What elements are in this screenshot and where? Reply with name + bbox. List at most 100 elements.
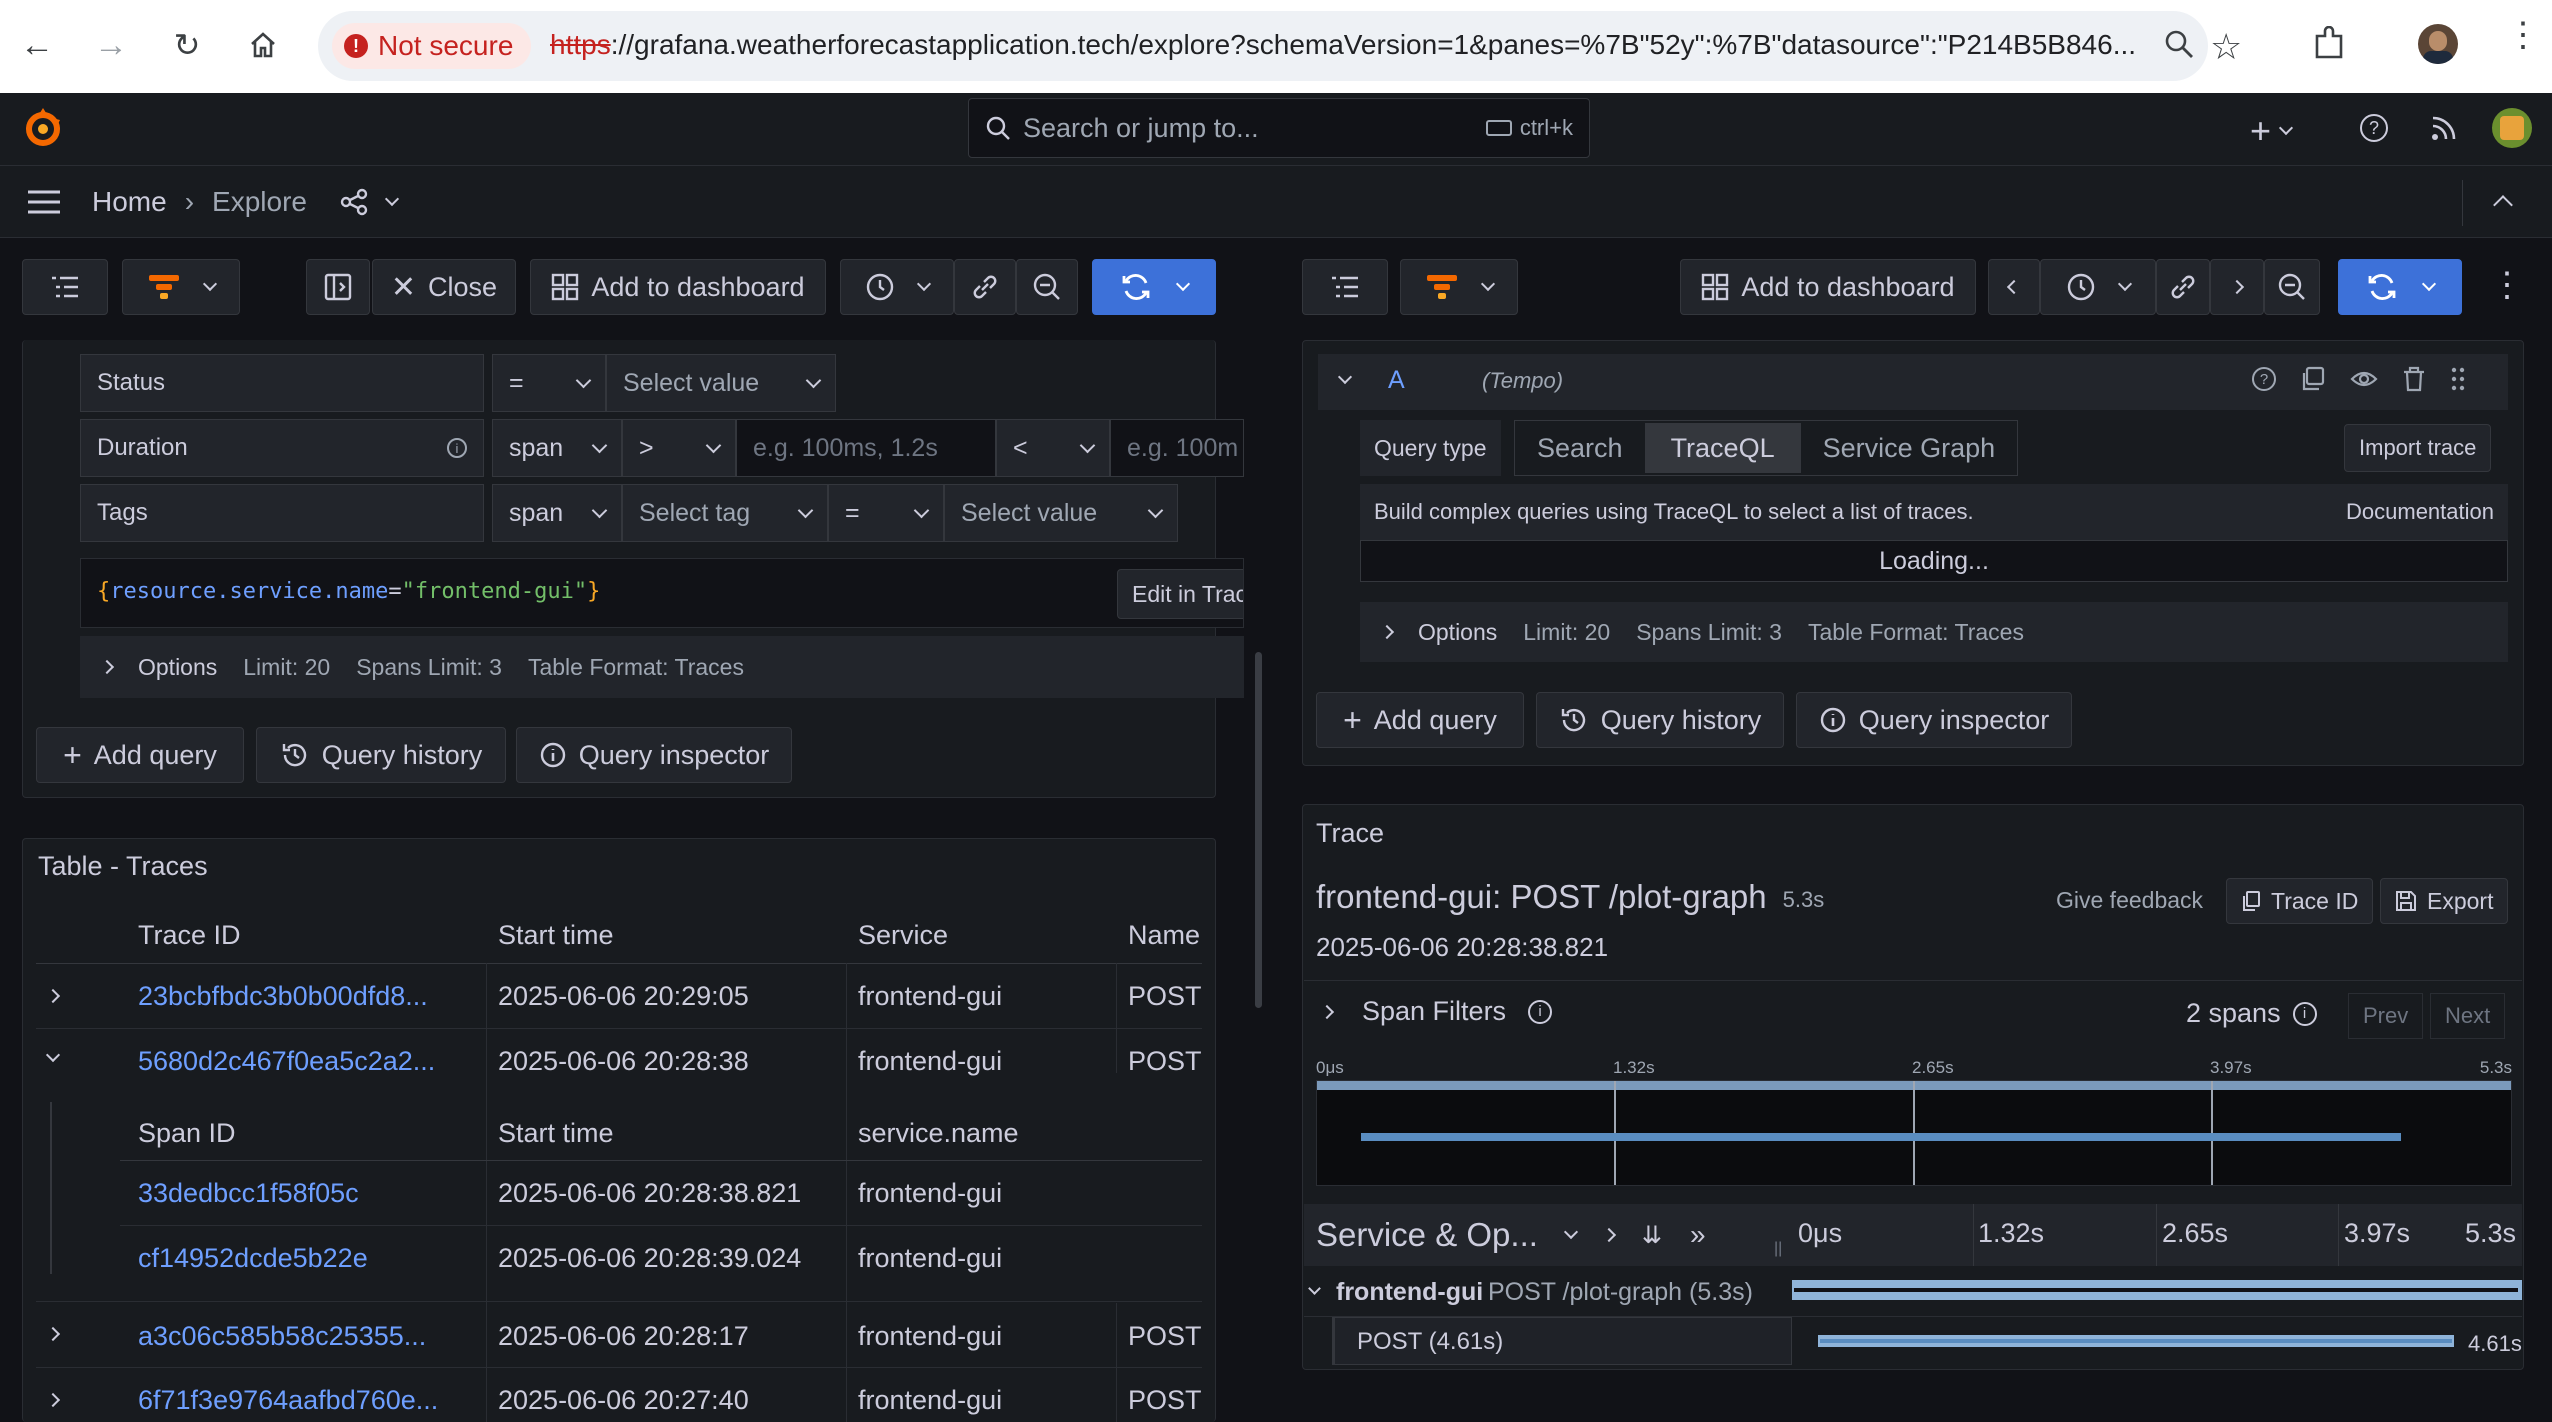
- query-history-button[interactable]: Query history: [256, 727, 506, 783]
- split-pane-button[interactable]: [306, 259, 370, 315]
- give-feedback-link[interactable]: Give feedback: [2056, 887, 2203, 914]
- span-id-link[interactable]: 33dedbcc1f58f05c: [138, 1178, 359, 1209]
- add-to-dashboard-button[interactable]: Add to dashboard: [1680, 259, 1976, 315]
- query-inspector-button[interactable]: Query inspector: [516, 727, 792, 783]
- trace-id-button[interactable]: Trace ID: [2226, 878, 2374, 924]
- address-bar[interactable]: ! Not secure https://grafana.weatherfore…: [318, 11, 2208, 81]
- info-icon[interactable]: i: [1528, 999, 1553, 1024]
- share-dropdown-icon[interactable]: [384, 191, 400, 207]
- span-filters-toggle[interactable]: Span Filters i: [1319, 996, 1553, 1027]
- grafana-logo-icon[interactable]: [20, 106, 66, 152]
- add-query-button[interactable]: + Add query: [36, 727, 244, 783]
- column-header-service-name[interactable]: service.name: [858, 1118, 1019, 1149]
- expand-one-icon[interactable]: [1563, 1224, 1578, 1240]
- import-trace-button[interactable]: Import trace: [2344, 424, 2492, 472]
- status-value-select[interactable]: Select value: [606, 354, 836, 412]
- documentation-link[interactable]: Documentation: [2346, 499, 2494, 525]
- datasource-picker[interactable]: [122, 259, 240, 315]
- datasource-picker[interactable]: [1400, 259, 1518, 315]
- home-icon[interactable]: [240, 22, 286, 68]
- not-secure-badge[interactable]: ! Not secure: [332, 23, 532, 69]
- breadcrumb-home[interactable]: Home: [92, 186, 167, 218]
- copy-link-button[interactable]: [954, 259, 1016, 315]
- time-range-picker[interactable]: [2040, 259, 2156, 315]
- duration-min-input[interactable]: e.g. 100ms, 1.2s: [736, 419, 996, 477]
- column-resizer-icon[interactable]: ||: [1774, 1240, 1782, 1258]
- span-row[interactable]: cf14952dcde5b22e 2025-06-06 20:28:39.024…: [120, 1227, 1202, 1289]
- info-icon[interactable]: i: [447, 438, 467, 458]
- collapse-span-icon[interactable]: [1308, 1282, 1321, 1295]
- tags-operator-select[interactable]: =: [828, 484, 944, 542]
- traceql-editor-loading[interactable]: Loading...: [1360, 540, 2508, 582]
- span-service-name[interactable]: frontend-gui: [1336, 1278, 1483, 1307]
- tab-search[interactable]: Search: [1515, 433, 1645, 464]
- help-icon[interactable]: ?: [2252, 367, 2276, 391]
- export-button[interactable]: Export: [2380, 878, 2509, 924]
- right-options-row[interactable]: Options Limit: 20 Spans Limit: 3 Table F…: [1360, 602, 2508, 662]
- back-icon[interactable]: ←: [14, 22, 60, 68]
- table-row[interactable]: 6f71f3e9764aafbd760e... 2025-06-06 20:27…: [36, 1369, 1202, 1422]
- duration-min-operator[interactable]: >: [622, 419, 736, 477]
- menu-dots-icon[interactable]: ⋮: [2506, 18, 2540, 52]
- query-ref-id[interactable]: A: [1388, 366, 1405, 395]
- next-span-button[interactable]: Next: [2430, 993, 2506, 1039]
- column-header-service[interactable]: Service: [858, 920, 948, 951]
- run-query-button[interactable]: [1092, 259, 1216, 315]
- copy-link-button[interactable]: [2156, 259, 2210, 315]
- collapse-chevron-icon[interactable]: [45, 1047, 61, 1063]
- profile-avatar[interactable]: [2418, 24, 2458, 64]
- reload-icon[interactable]: ↻: [164, 22, 210, 68]
- zoom-out-button[interactable]: [1016, 259, 1078, 315]
- tags-value-select[interactable]: Select value: [944, 484, 1178, 542]
- span-bar[interactable]: [1792, 1280, 2522, 1300]
- left-options-row[interactable]: Options Limit: 20 Spans Limit: 3 Table F…: [80, 636, 1244, 698]
- query-inspector-button[interactable]: Query inspector: [1796, 692, 2072, 748]
- zoom-icon[interactable]: [2162, 27, 2196, 61]
- query-history-button[interactable]: Query history: [1536, 692, 1784, 748]
- trace-minimap[interactable]: 0μs 1.32s 2.65s 3.97s 5.3s: [1316, 1054, 2512, 1186]
- span-row-root[interactable]: frontend-gui POST /plot-graph (5.3s): [1304, 1270, 2522, 1314]
- duration-scope-select[interactable]: span: [492, 419, 622, 477]
- add-query-button[interactable]: + Add query: [1316, 692, 1524, 748]
- tags-tag-select[interactable]: Select tag: [622, 484, 828, 542]
- trace-id-link[interactable]: 5680d2c467f0ea5c2a2...: [138, 1046, 435, 1077]
- span-bar[interactable]: [1818, 1335, 2454, 1347]
- tab-traceql[interactable]: TraceQL: [1644, 423, 1801, 473]
- collapse-one-icon[interactable]: [1601, 1227, 1616, 1243]
- expand-chevron-icon[interactable]: [45, 1326, 61, 1342]
- eye-icon[interactable]: [2350, 367, 2378, 391]
- content-outline-button[interactable]: [1302, 259, 1388, 315]
- new-menu-button[interactable]: +: [2250, 110, 2294, 152]
- expand-all-icon[interactable]: ⇊: [1642, 1221, 1662, 1250]
- close-pane-button[interactable]: ✕ Close: [372, 259, 516, 315]
- url-text[interactable]: https://grafana.weatherforecastapplicati…: [550, 29, 2136, 61]
- time-back-button[interactable]: [1988, 259, 2040, 315]
- span-row-child[interactable]: POST (4.61s) 4.61s: [1304, 1316, 2522, 1365]
- help-icon[interactable]: ?: [2360, 114, 2388, 142]
- run-query-button[interactable]: [2338, 259, 2462, 315]
- span-id-link[interactable]: cf14952dcde5b22e: [138, 1243, 368, 1274]
- time-range-picker[interactable]: [840, 259, 954, 315]
- edit-in-traceql-button[interactable]: Edit in Trac: [1117, 569, 1243, 619]
- duration-max-operator[interactable]: <: [996, 419, 1110, 477]
- hamburger-menu-icon[interactable]: [26, 188, 62, 216]
- share-icon[interactable]: [339, 187, 369, 217]
- span-label-cell[interactable]: POST (4.61s): [1334, 1317, 1792, 1365]
- span-row[interactable]: 33dedbcc1f58f05c 2025-06-06 20:28:38.821…: [120, 1162, 1202, 1224]
- expand-chevron-icon[interactable]: [45, 988, 61, 1004]
- add-to-dashboard-button[interactable]: Add to dashboard: [530, 259, 826, 315]
- tags-scope-select[interactable]: span: [492, 484, 622, 542]
- news-feed-icon[interactable]: [2430, 114, 2458, 142]
- content-outline-button[interactable]: [22, 259, 108, 315]
- duplicate-icon[interactable]: [2300, 366, 2326, 392]
- span-operation[interactable]: POST /plot-graph (5.3s): [1488, 1278, 1753, 1307]
- table-row[interactable]: a3c06c585b58c25355... 2025-06-06 20:28:1…: [36, 1303, 1202, 1365]
- prev-span-button[interactable]: Prev: [2348, 993, 2424, 1039]
- drag-handle-icon[interactable]: [2450, 366, 2466, 392]
- user-avatar[interactable]: [2492, 108, 2532, 148]
- collapse-all-icon[interactable]: »: [1690, 1219, 1706, 1251]
- more-options-icon[interactable]: ⋮: [2490, 268, 2524, 302]
- info-icon[interactable]: i: [2292, 1001, 2317, 1026]
- trace-id-link[interactable]: 23bcbfbdc3b0b00dfd8...: [138, 981, 428, 1012]
- bookmark-star-icon[interactable]: ☆: [2210, 26, 2242, 68]
